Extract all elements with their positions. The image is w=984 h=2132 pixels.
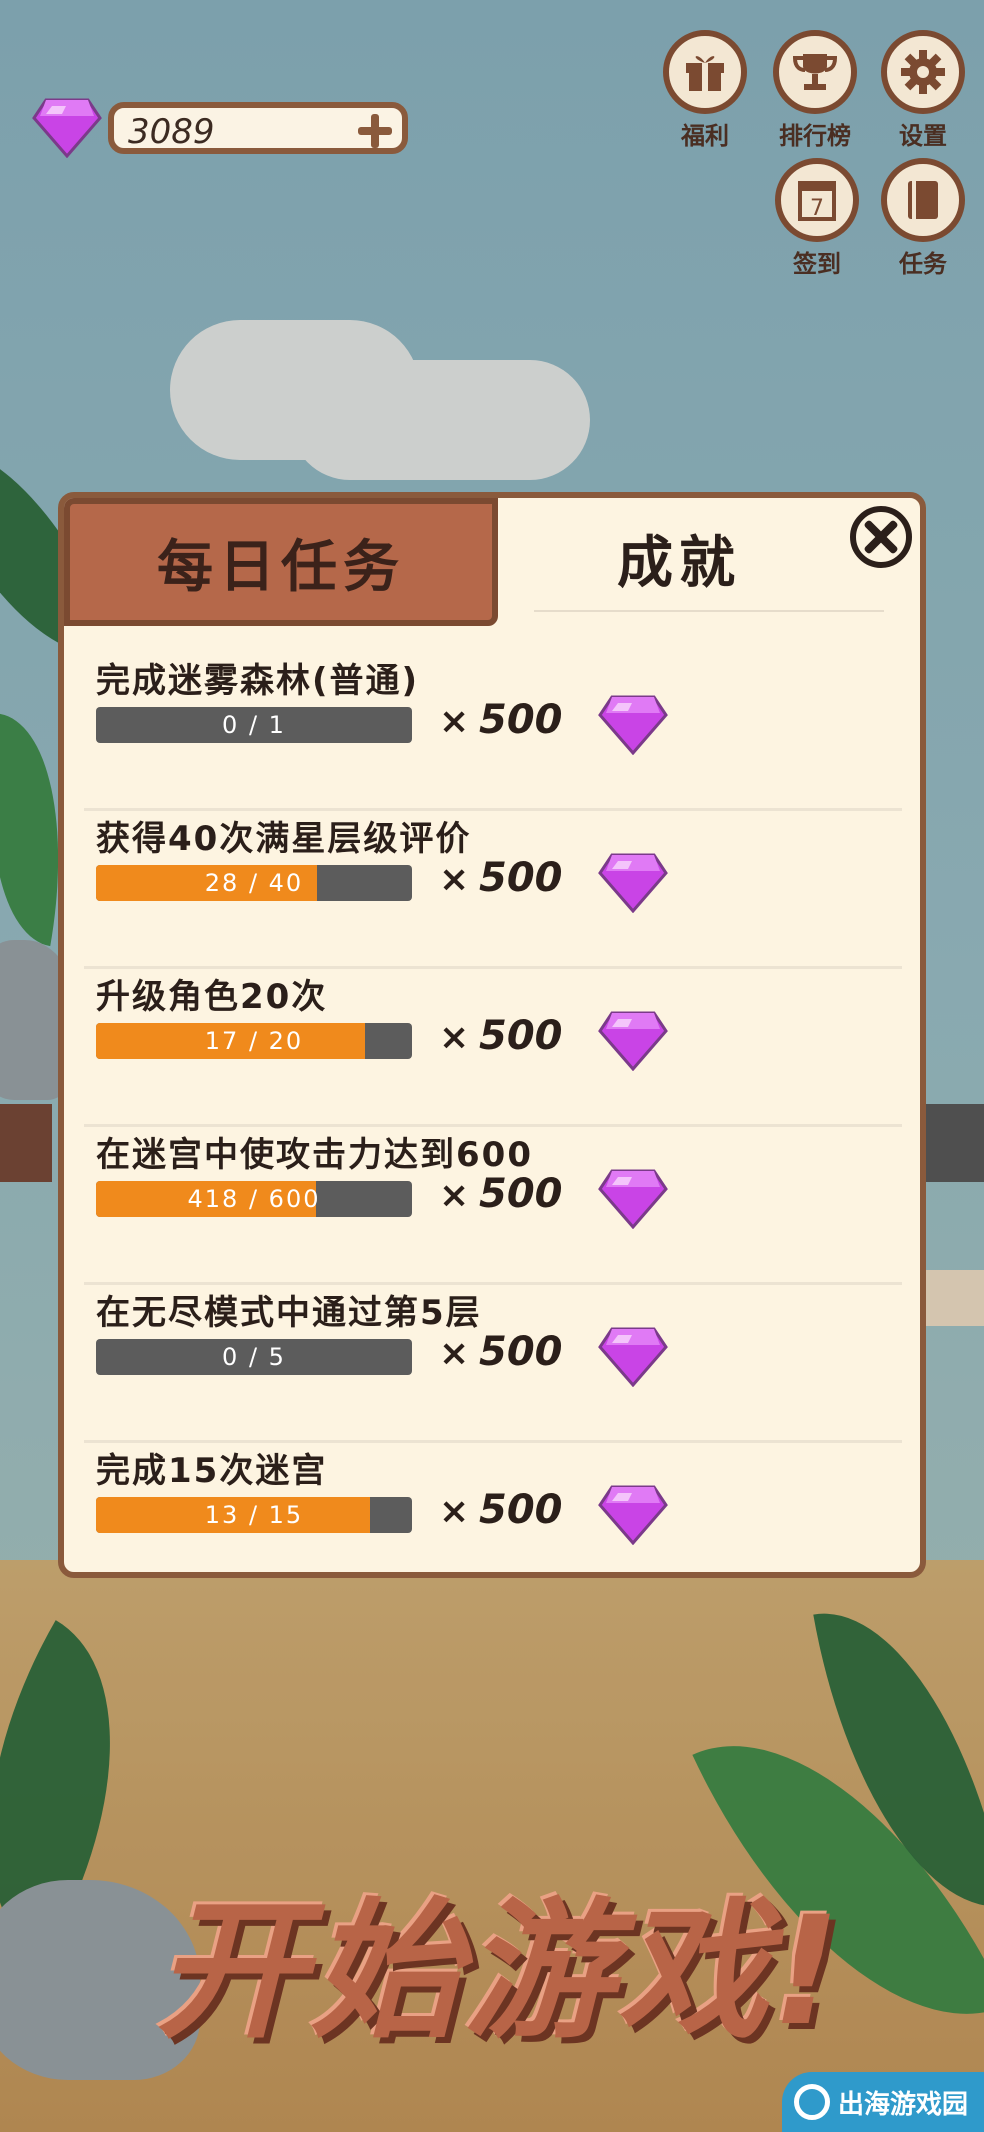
start-game-button[interactable]: 开始游戏! — [150, 1850, 850, 2067]
calendar-icon: 7 — [798, 181, 836, 221]
gift-icon — [686, 56, 724, 91]
checkin-button[interactable]: 7 签到 — [772, 158, 862, 279]
purple-gem-icon — [598, 1485, 668, 1545]
progress-text: 17 / 20 — [204, 1027, 304, 1055]
purple-gem-icon — [598, 695, 668, 755]
task-title: 获得40次满星层级评价 — [96, 819, 472, 859]
reward-amount: 500 — [479, 855, 563, 901]
progress-bar: 0 / 1 — [96, 707, 412, 743]
progress-bar: 28 / 40 — [96, 865, 412, 901]
task-list: 完成迷雾森林(普通) 0 / 1 × 500 获得40次满星层级评价 28 / 40 × 50… — [84, 653, 902, 1598]
purple-gem-icon — [598, 1011, 668, 1071]
tasks-panel: 每日任务 成就 完成迷雾森林(普通) 0 / 1 × 500 获得40次满星层级评价 28… — [58, 492, 926, 1578]
progress-bar: 0 / 5 — [96, 1339, 412, 1375]
watermark-text: 出海游戏园 — [838, 2089, 969, 2120]
purple-gem-icon — [598, 1169, 668, 1229]
reward-multiplier: × — [439, 1175, 470, 1216]
task-title: 完成15次迷宫 — [96, 1451, 328, 1491]
reward-amount: 500 — [479, 1171, 563, 1217]
reward-multiplier: × — [439, 1333, 470, 1374]
progress-text: 0 / 5 — [222, 1343, 286, 1371]
watermark: 出海游戏园 — [782, 2072, 984, 2132]
settings-button[interactable]: 设置 — [878, 30, 968, 151]
reward-amount: 500 — [479, 1013, 563, 1059]
tasks-label: 任务 — [899, 250, 947, 278]
checkin-label: 签到 — [793, 250, 841, 278]
tab-divider — [534, 610, 884, 612]
task-title: 在迷宫中使攻击力达到600 — [96, 1135, 533, 1175]
reward-multiplier: × — [439, 1491, 470, 1532]
gem-counter: 3089 — [108, 102, 408, 154]
calendar-day: 7 — [810, 196, 824, 221]
task-item: 升级角色20次 17 / 20 × 500 — [84, 969, 902, 1127]
progress-text: 418 / 600 — [187, 1185, 321, 1213]
task-item: 在无尽模式中通过第5层 0 / 5 × 500 — [84, 1285, 902, 1443]
reward-amount: 500 — [479, 1329, 563, 1375]
purple-gem-icon — [598, 1327, 668, 1387]
settings-label: 设置 — [899, 122, 947, 150]
purple-gem-icon — [32, 98, 102, 158]
reward-amount: 500 — [479, 1487, 563, 1533]
tasks-button[interactable]: 任务 — [878, 158, 968, 279]
progress-bar: 418 / 600 — [96, 1181, 412, 1217]
task-item: 完成15次迷宫 13 / 15 × 500 — [84, 1443, 902, 1598]
watermark-logo-icon — [794, 2084, 830, 2120]
task-item: 获得40次满星层级评价 28 / 40 × 500 — [84, 811, 902, 969]
reward-amount: 500 — [479, 697, 563, 743]
welfare-button[interactable]: 福利 — [660, 30, 750, 151]
progress-text: 13 / 15 — [204, 1501, 304, 1529]
tab-daily-tasks[interactable]: 每日任务 — [64, 498, 498, 626]
book-icon — [908, 181, 938, 219]
gear-icon — [901, 50, 945, 94]
close-icon[interactable] — [850, 506, 912, 568]
tab-achievements[interactable]: 成就 — [514, 498, 844, 618]
purple-gem-icon — [598, 853, 668, 913]
task-item: 完成迷雾森林(普通) 0 / 1 × 500 — [84, 653, 902, 811]
task-title: 升级角色20次 — [96, 977, 328, 1017]
task-title: 在无尽模式中通过第5层 — [96, 1293, 482, 1333]
plus-icon[interactable] — [358, 114, 392, 148]
progress-text: 0 / 1 — [222, 711, 286, 739]
reward-multiplier: × — [439, 701, 470, 742]
welfare-label: 福利 — [681, 122, 729, 150]
gem-count: 3089 — [128, 112, 215, 152]
trophy-icon — [792, 54, 838, 90]
progress-bar: 13 / 15 — [96, 1497, 412, 1533]
reward-multiplier: × — [439, 1017, 470, 1058]
leaderboard-label: 排行榜 — [779, 122, 851, 150]
progress-bar: 17 / 20 — [96, 1023, 412, 1059]
reward-multiplier: × — [439, 859, 470, 900]
progress-text: 28 / 40 — [204, 869, 304, 897]
task-title: 完成迷雾森林(普通) — [96, 661, 420, 701]
task-item: 在迷宫中使攻击力达到600 418 / 600 × 500 — [84, 1127, 902, 1285]
leaderboard-button[interactable]: 排行榜 — [770, 30, 860, 151]
